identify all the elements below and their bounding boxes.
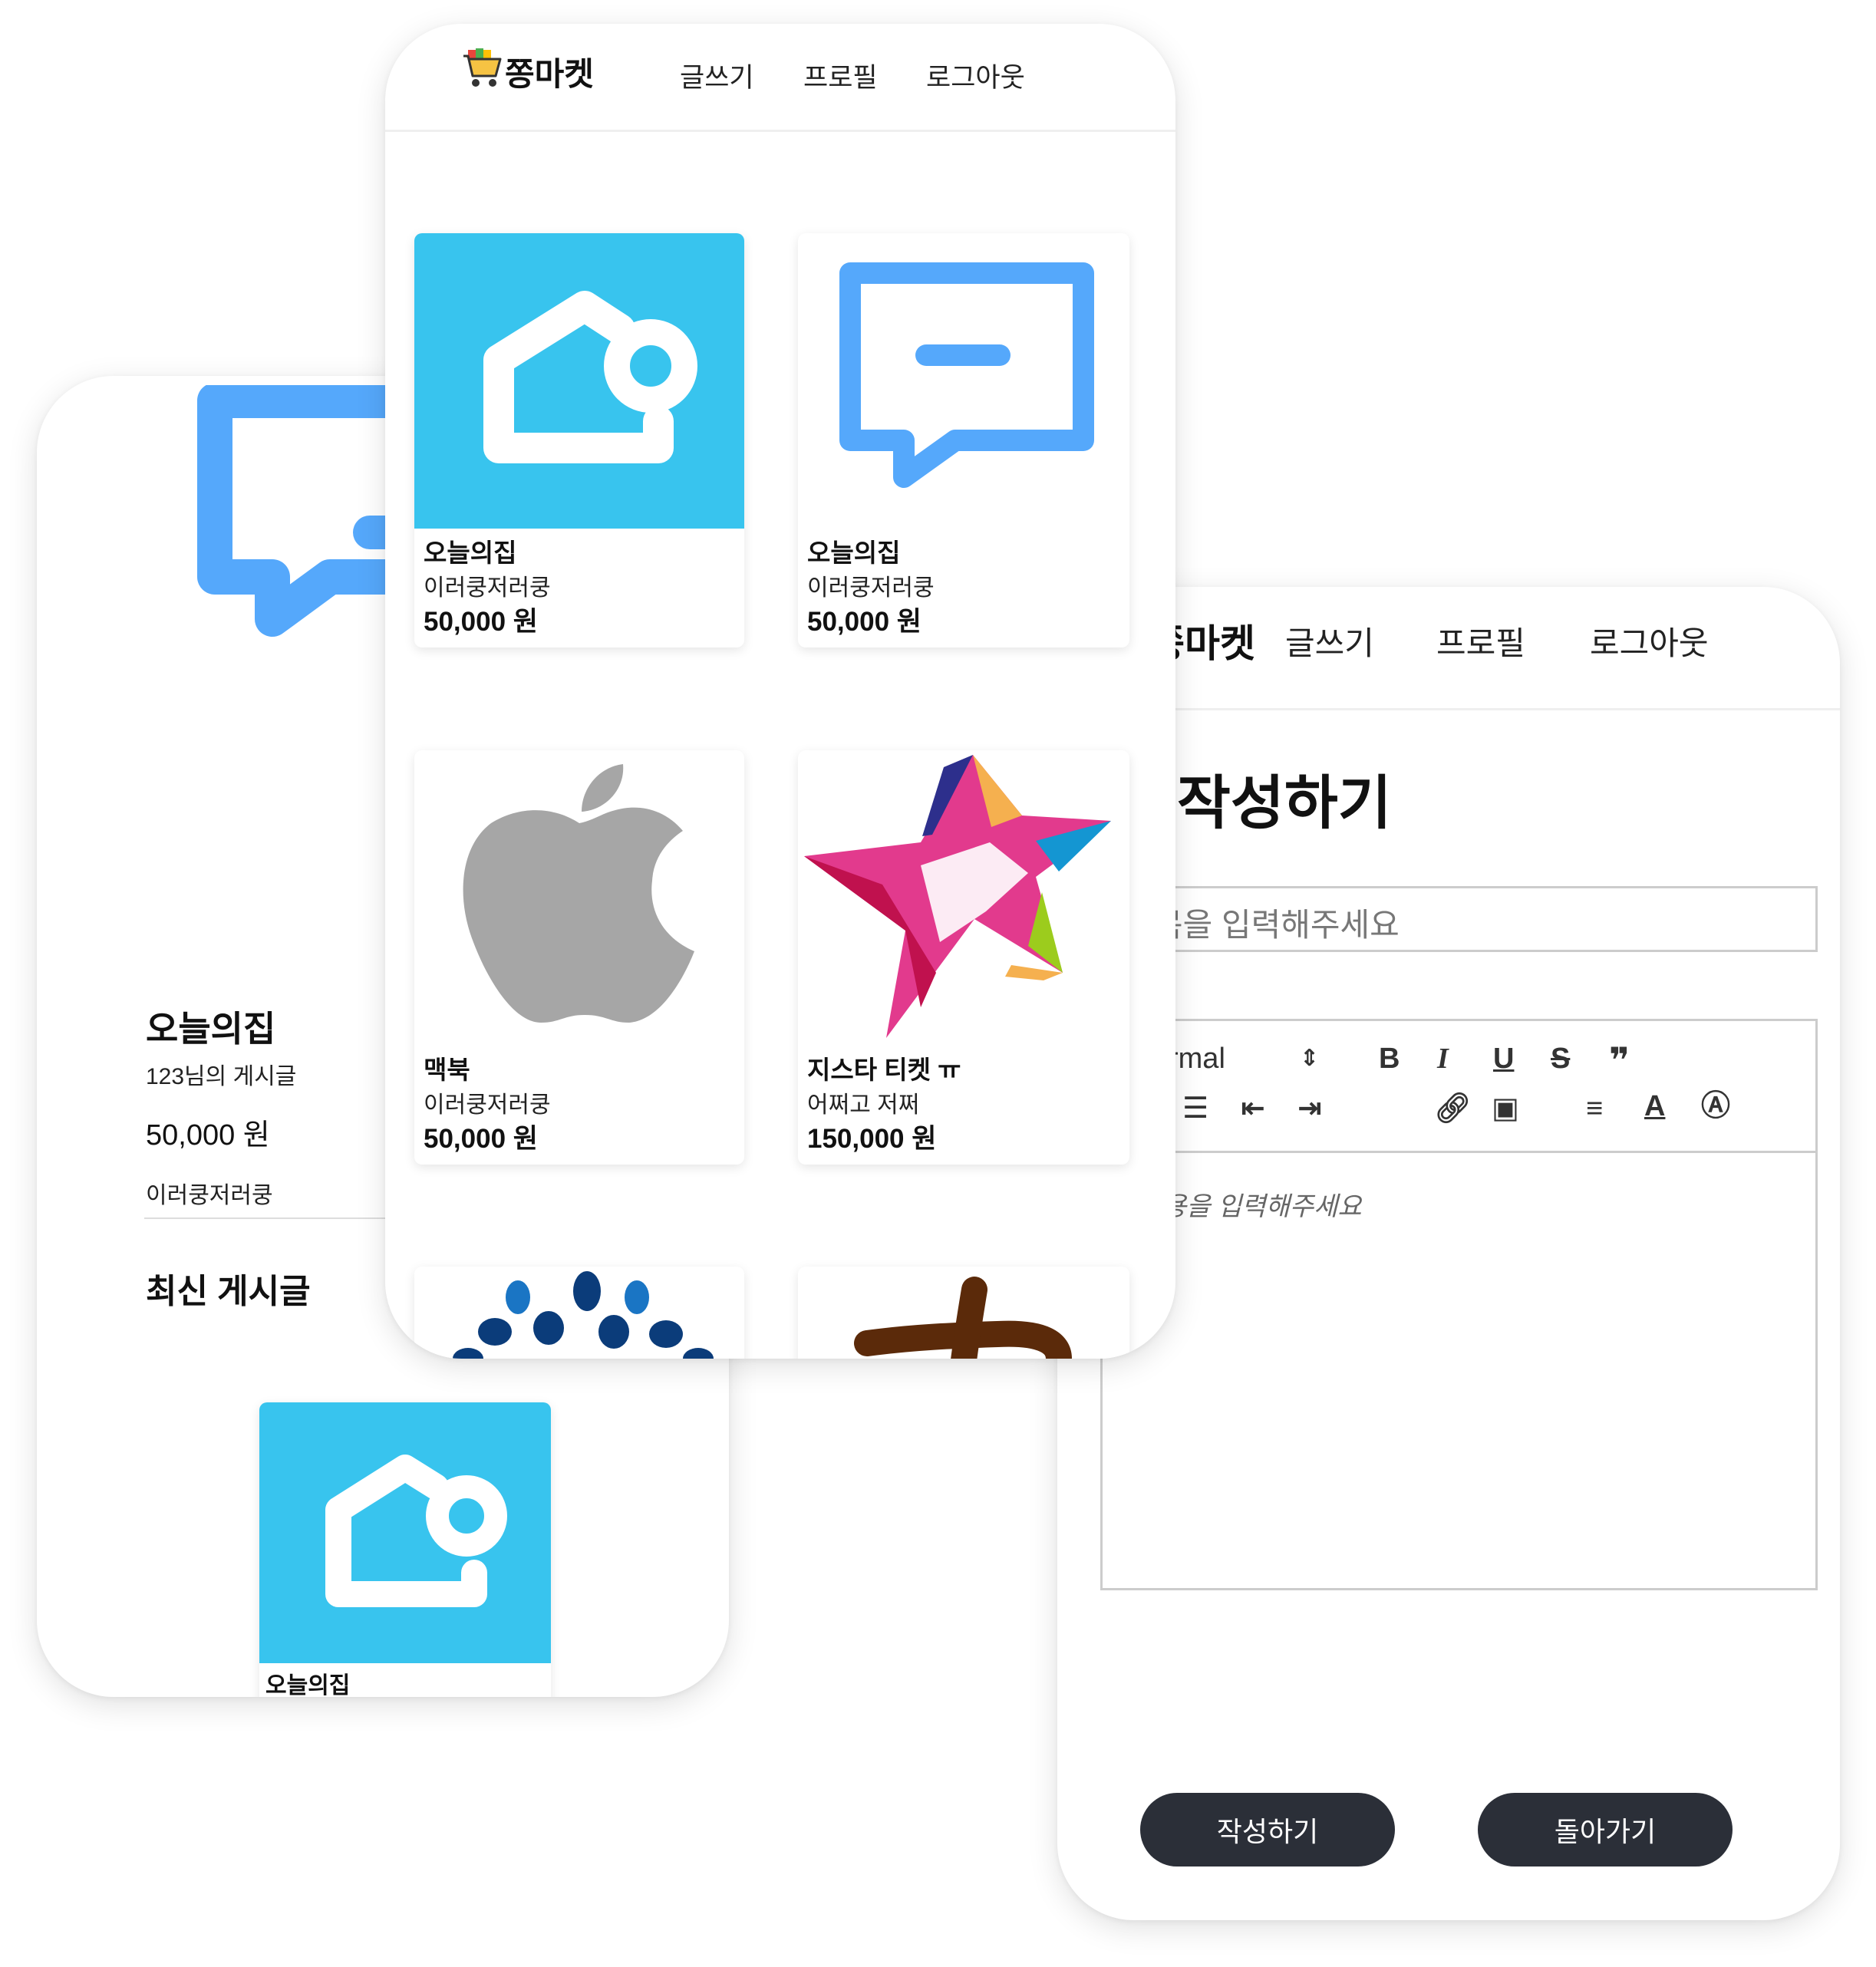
nav-write[interactable]: 글쓰기: [1285, 618, 1374, 664]
product-title: 맥북: [424, 1056, 470, 1084]
list-icon[interactable]: ☰: [1182, 1094, 1208, 1123]
nav-profile[interactable]: 프로필: [803, 56, 878, 95]
submit-button[interactable]: 작성하기: [1140, 1793, 1395, 1867]
product-list-phone: 쫑마켓 글쓰기 프로필 로그아웃 오늘의집 이러쿵저러쿵 50,000 원 오늘…: [385, 24, 1175, 1359]
editor-toolbar: rmal ⇕ B I U S ❞ ☰ ⇤ ⇥ 🔗︎ ▣ ≡ A Ⓐ: [1100, 1019, 1818, 1153]
product-card[interactable]: 맥북 이러쿵저러쿵 50,000 원: [414, 750, 744, 1165]
product-title: 오늘의집: [807, 539, 901, 567]
select-arrows-icon: ⇕: [1300, 1046, 1320, 1071]
post-description: 이러쿵저러쿵: [146, 1183, 273, 1208]
latest-posts-heading: 최신 게시글: [146, 1273, 311, 1310]
format-select[interactable]: rmal: [1169, 1044, 1225, 1073]
page-title: 작성하기: [1177, 771, 1392, 836]
link-icon[interactable]: 🔗︎: [1434, 1094, 1471, 1123]
product-subtitle: 이러쿵저러쿵: [424, 575, 551, 601]
chat-bubble-logo-icon: [798, 233, 1129, 529]
editor-content-area[interactable]: 용을 입력해주세요: [1100, 1151, 1818, 1590]
nav-logout[interactable]: 로그아웃: [926, 56, 1025, 95]
product-subtitle: 이러쿵저러쿵: [424, 1092, 551, 1118]
post-price: 50,000 원: [146, 1119, 270, 1152]
header: 쫑마켓 글쓰기 프로필 로그아웃: [385, 24, 1175, 132]
product-card[interactable]: 오늘의집 이러쿵저러쿵 50,000 원: [798, 233, 1129, 647]
latest-post-card[interactable]: 오늘의집: [259, 1402, 551, 1697]
product-card[interactable]: [414, 1267, 744, 1359]
nav-logout[interactable]: 로그아웃: [1590, 618, 1709, 664]
italic-icon[interactable]: I: [1437, 1044, 1449, 1073]
product-price: 50,000 원: [807, 607, 922, 637]
post-title: 오늘의집: [146, 1009, 276, 1049]
house-logo-icon: [259, 1402, 551, 1663]
background-color-icon[interactable]: Ⓐ: [1701, 1092, 1730, 1121]
cart-logo-icon[interactable]: [462, 45, 503, 88]
product-title: 오늘의집: [424, 539, 517, 567]
content-placeholder: 용을 입력해주세요: [1162, 1192, 1362, 1221]
brush-logo-icon: [854, 1277, 1072, 1359]
outdent-icon[interactable]: ⇤: [1241, 1094, 1265, 1123]
brand-name[interactable]: 쫑마켓: [505, 48, 594, 95]
product-price: 150,000 원: [807, 1124, 937, 1154]
product-card[interactable]: 지스타 티켓 ㅠ 어쩌고 저쩌 150,000 원: [798, 750, 1129, 1165]
back-button[interactable]: 돌아가기: [1478, 1793, 1733, 1867]
indent-icon[interactable]: ⇥: [1297, 1094, 1322, 1123]
text-color-icon[interactable]: A: [1644, 1092, 1665, 1121]
underline-icon[interactable]: U: [1493, 1044, 1514, 1073]
house-logo-icon: [414, 233, 744, 529]
blockquote-icon[interactable]: ❞: [1609, 1043, 1630, 1078]
apple-logo-icon: [414, 750, 744, 1046]
image-icon[interactable]: ▣: [1492, 1094, 1519, 1123]
latest-post-title: 오늘의집: [265, 1673, 351, 1697]
star-logo-icon: [798, 750, 1129, 1046]
product-subtitle: 이러쿵저러쿵: [807, 575, 935, 601]
product-subtitle: 어쩌고 저쩌: [807, 1092, 920, 1118]
product-price: 50,000 원: [424, 607, 538, 637]
nav-profile[interactable]: 프로필: [1436, 618, 1525, 664]
post-author: 123님의 게시글: [146, 1064, 297, 1089]
bold-icon[interactable]: B: [1379, 1044, 1400, 1073]
product-price: 50,000 원: [424, 1124, 538, 1154]
product-card[interactable]: [798, 1267, 1129, 1359]
product-card[interactable]: 오늘의집 이러쿵저러쿵 50,000 원: [414, 233, 744, 647]
product-title: 지스타 티켓 ㅠ: [807, 1056, 961, 1084]
nav-write[interactable]: 글쓰기: [680, 56, 754, 95]
title-input[interactable]: 목을 입력해주세요: [1100, 886, 1818, 952]
title-input-placeholder: 목을 입력해주세요: [1153, 907, 1400, 943]
strike-icon[interactable]: S: [1551, 1044, 1570, 1073]
align-icon[interactable]: ≡: [1586, 1094, 1603, 1123]
tree-logo-icon: [453, 1271, 714, 1359]
